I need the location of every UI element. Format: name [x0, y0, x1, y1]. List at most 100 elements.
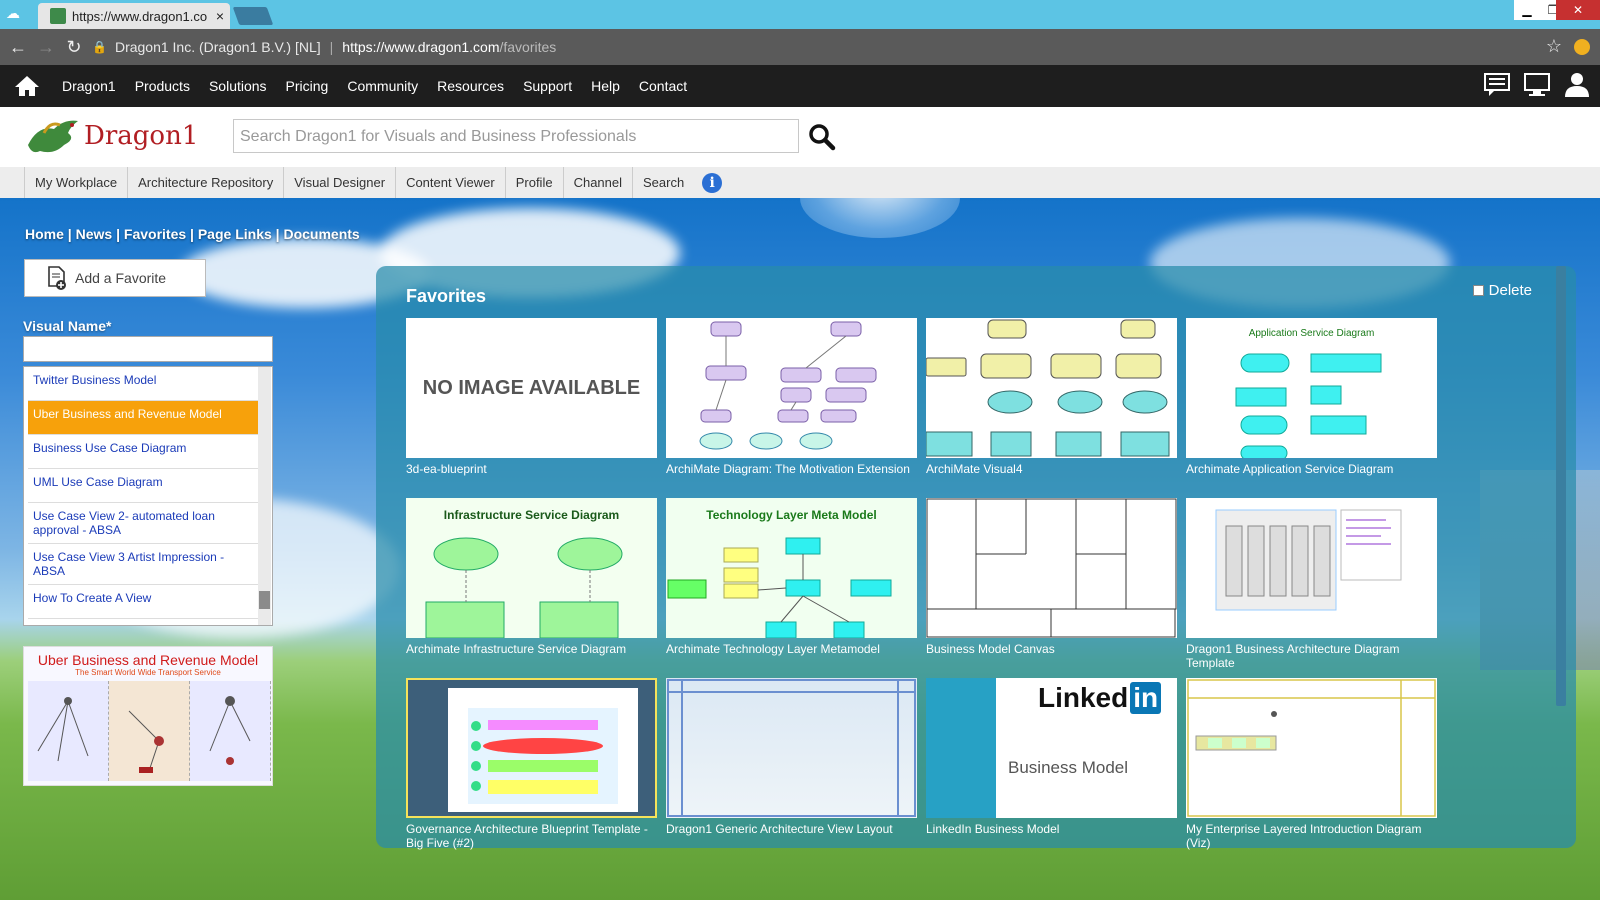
favorite-label[interactable]: Dragon1 Business Architecture Diagram Te…	[1186, 642, 1437, 670]
favorite-label[interactable]: ArchiMate Visual4	[926, 462, 1177, 476]
preview-diagram	[28, 681, 271, 781]
favorite-card[interactable]: Dragon1 Business Architecture Diagram Te…	[1186, 498, 1437, 670]
search-icon[interactable]	[808, 123, 836, 151]
info-icon[interactable]: i	[702, 172, 723, 193]
add-favorite-button[interactable]: Add a Favorite	[24, 259, 206, 297]
list-item[interactable]: UML Use Case Diagram	[28, 469, 258, 503]
favorite-card[interactable]: ArchiMate Visual4	[926, 318, 1177, 476]
site-search-input[interactable]: Search Dragon1 for Visuals and Business …	[233, 119, 799, 153]
nav-help[interactable]: Help	[591, 78, 620, 94]
favorite-thumbnail[interactable]	[1186, 678, 1437, 818]
favorite-label[interactable]: ArchiMate Diagram: The Motivation Extens…	[666, 462, 917, 476]
favorite-card[interactable]: NO IMAGE AVAILABLE 3d-ea-blueprint	[406, 318, 657, 476]
nav-products[interactable]: Products	[135, 78, 190, 94]
favorite-card[interactable]: Application Service Diagram Archimate Ap…	[1186, 318, 1437, 476]
extension-icon[interactable]	[1574, 39, 1590, 55]
favorite-card[interactable]: Governance Architecture Blueprint Templa…	[406, 678, 657, 850]
messages-icon[interactable]	[1482, 71, 1512, 99]
favorite-label[interactable]: Dragon1 Generic Architecture View Layout	[666, 822, 917, 836]
favorite-label[interactable]: Archimate Application Service Diagram	[1186, 462, 1437, 476]
list-scrollbar[interactable]	[258, 367, 271, 625]
list-item-selected[interactable]: Uber Business and Revenue Model	[28, 401, 258, 435]
subnav-search[interactable]: Search	[632, 167, 694, 198]
favorite-thumbnail[interactable]	[406, 678, 657, 818]
list-item[interactable]: How To Create A View	[28, 585, 258, 619]
list-item[interactable]: Use Case View 2- automated loan approval…	[28, 503, 258, 544]
subnav-content-viewer[interactable]: Content Viewer	[395, 167, 505, 198]
visual-list[interactable]: Twitter Business Model Uber Business and…	[23, 366, 273, 626]
linkedin-in-icon: in	[1130, 682, 1162, 714]
subnav-profile[interactable]: Profile	[504, 167, 563, 198]
site-top-nav: Dragon1 Products Solutions Pricing Commu…	[0, 65, 1600, 107]
tab-close-icon[interactable]: ×	[210, 8, 230, 24]
top-nav-tools	[1482, 71, 1592, 99]
favorite-thumbnail[interactable]: Linked in Business Model	[926, 678, 1177, 818]
panel-scrollbar[interactable]	[1556, 266, 1566, 706]
user-icon[interactable]	[1562, 71, 1592, 99]
favorite-thumbnail[interactable]: Infrastructure Service Diagram	[406, 498, 657, 638]
favorite-thumbnail[interactable]	[926, 318, 1177, 458]
favorite-thumbnail[interactable]	[926, 498, 1177, 638]
favorite-label[interactable]: Governance Architecture Blueprint Templa…	[406, 822, 657, 850]
url-omnibox[interactable]: 🔒 Dragon1 Inc. (Dragon1 B.V.) [NL] | htt…	[92, 35, 1542, 59]
nav-contact[interactable]: Contact	[639, 78, 687, 94]
delete-label: Delete	[1488, 282, 1532, 299]
nav-support[interactable]: Support	[523, 78, 572, 94]
favorite-card[interactable]: Linked in Business Model LinkedIn Busines…	[926, 678, 1177, 836]
favorite-label[interactable]: My Enterprise Layered Introduction Diagr…	[1186, 822, 1437, 850]
crumb-news[interactable]: News	[76, 226, 113, 242]
nav-pricing[interactable]: Pricing	[286, 78, 329, 94]
bookmark-star-icon[interactable]: ☆	[1546, 36, 1562, 57]
monitor-icon[interactable]	[1522, 71, 1552, 99]
favorite-card[interactable]: Technology Layer Meta Model Archimate Te…	[666, 498, 917, 656]
lock-icon: 🔒	[92, 40, 107, 54]
favorite-thumbnail[interactable]	[1186, 498, 1437, 638]
favorite-card[interactable]: Business Model Canvas	[926, 498, 1177, 656]
favorite-card[interactable]: Dragon1 Generic Architecture View Layout	[666, 678, 917, 836]
list-item[interactable]: Twitter Business Model	[28, 367, 258, 401]
preview-column	[109, 681, 190, 781]
subnav-channel[interactable]: Channel	[562, 167, 632, 198]
favorite-thumbnail[interactable]: Application Service Diagram	[1186, 318, 1437, 458]
list-item[interactable]: Use Case View 3 Artist Impression - ABSA	[28, 544, 258, 585]
visual-preview[interactable]: Uber Business and Revenue Model The Smar…	[23, 646, 273, 786]
nav-community[interactable]: Community	[347, 78, 418, 94]
crumb-documents[interactable]: Documents	[283, 226, 359, 242]
nav-dragon1[interactable]: Dragon1	[62, 78, 116, 94]
favorite-thumbnail[interactable]: Technology Layer Meta Model	[666, 498, 917, 638]
favorite-card[interactable]: My Enterprise Layered Introduction Diagr…	[1186, 678, 1437, 850]
delete-checkbox[interactable]	[1472, 285, 1484, 296]
delete-toggle[interactable]: Delete	[1472, 282, 1532, 299]
home-icon[interactable]	[14, 75, 40, 97]
dragon1-logo[interactable]: Dragon1	[24, 115, 198, 157]
subnav-visual-designer[interactable]: Visual Designer	[283, 167, 395, 198]
favorite-card[interactable]: Infrastructure Service Diagram Archimate…	[406, 498, 657, 656]
reload-icon[interactable]: ↻	[64, 37, 84, 58]
favorite-label[interactable]: 3d-ea-blueprint	[406, 462, 657, 476]
nav-resources[interactable]: Resources	[437, 78, 504, 94]
subnav-architecture-repository[interactable]: Architecture Repository	[127, 167, 283, 198]
subnav-my-workplace[interactable]: My Workplace	[24, 167, 127, 198]
crumb-page-links[interactable]: Page Links	[198, 226, 272, 242]
minimize-button[interactable]: ▁	[1514, 0, 1540, 20]
favorite-thumbnail[interactable]	[666, 678, 917, 818]
no-image-thumbnail[interactable]: NO IMAGE AVAILABLE	[406, 318, 657, 458]
scrollbar-thumb[interactable]	[259, 591, 270, 609]
visual-name-input[interactable]	[23, 336, 273, 362]
browser-tab[interactable]: https://www.dragon1.co ×	[38, 3, 230, 29]
preview-column	[190, 681, 271, 781]
nav-solutions[interactable]: Solutions	[209, 78, 267, 94]
favorite-label[interactable]: Archimate Infrastructure Service Diagram	[406, 642, 657, 656]
close-window-button[interactable]: ✕	[1556, 0, 1600, 20]
favorite-label[interactable]: Business Model Canvas	[926, 642, 1177, 656]
favorite-card[interactable]: ArchiMate Diagram: The Motivation Extens…	[666, 318, 917, 476]
forward-arrow-icon[interactable]: →	[36, 37, 56, 58]
favorite-label[interactable]: LinkedIn Business Model	[926, 822, 1177, 836]
back-arrow-icon[interactable]: ←	[8, 37, 28, 58]
favorite-label[interactable]: Archimate Technology Layer Metamodel	[666, 642, 917, 656]
crumb-home[interactable]: Home	[25, 226, 64, 242]
new-tab-button[interactable]	[232, 7, 274, 25]
favorite-thumbnail[interactable]	[666, 318, 917, 458]
list-item[interactable]: Business Use Case Diagram	[28, 435, 258, 469]
crumb-favorites[interactable]: Favorites	[124, 226, 186, 242]
